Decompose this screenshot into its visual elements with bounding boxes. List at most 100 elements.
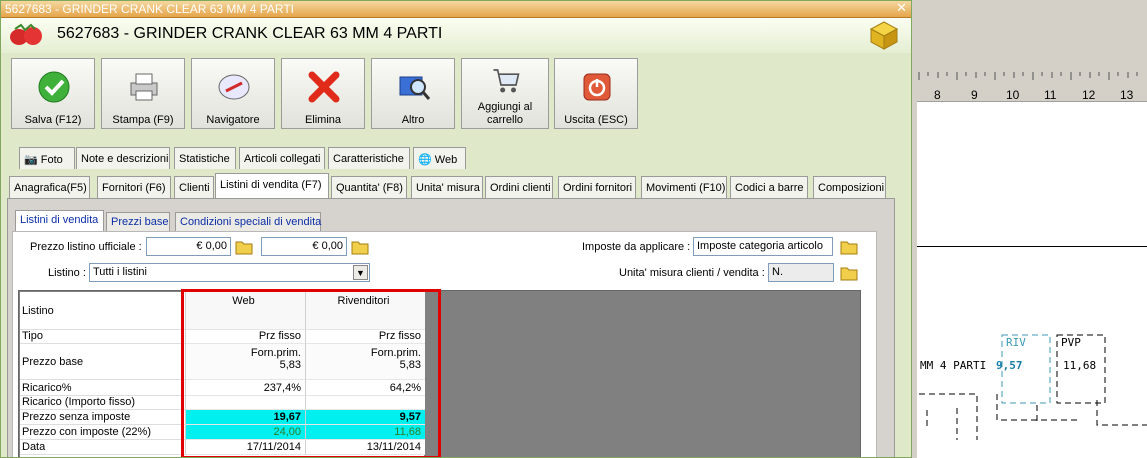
tab-unita-misura[interactable]: Unita' misura bbox=[411, 176, 483, 198]
folder-icon[interactable] bbox=[840, 264, 858, 282]
prezzo-listino-label: Prezzo listino ufficiale : bbox=[30, 241, 142, 253]
unita-label: Unita' misura clienti / vendita : bbox=[619, 267, 765, 279]
article-window: 5627683 - GRINDER CRANK CLEAR 63 MM 4 PA… bbox=[0, 0, 912, 458]
delete-button[interactable]: Elimina bbox=[281, 58, 365, 129]
subtab-condizioni-speciali[interactable]: Condizioni speciali di vendita bbox=[175, 212, 321, 232]
riv-label: RIV bbox=[1006, 336, 1026, 349]
navigator-button-label: Navigatore bbox=[206, 114, 260, 126]
printer-icon bbox=[130, 73, 158, 101]
tab-ordini-fornitori[interactable]: Ordini fornitori bbox=[558, 176, 636, 198]
tab-caratteristiche-label: Caratteristiche bbox=[333, 153, 404, 165]
exit-button-label: Uscita (ESC) bbox=[564, 114, 628, 126]
listino-select-value: Tutti i listini bbox=[93, 266, 147, 278]
tab-ordini-clienti[interactable]: Ordini clienti bbox=[485, 176, 553, 198]
pvp-value: 11,68 bbox=[1063, 359, 1097, 372]
ruler bbox=[917, 72, 1147, 102]
tab-foto-label: Foto bbox=[40, 154, 63, 166]
folder-icon[interactable] bbox=[235, 238, 253, 256]
grid-row-label: Prezzo base bbox=[20, 344, 185, 380]
tab-caratteristiche[interactable]: Caratteristiche bbox=[328, 147, 410, 169]
ruler-number: 11 bbox=[1044, 88, 1057, 102]
grid-row-label: Tipo bbox=[20, 330, 185, 344]
close-icon[interactable]: ✕ bbox=[896, 1, 907, 16]
tab-statistiche[interactable]: Statistiche bbox=[174, 147, 236, 169]
tab-composizioni[interactable]: Composizioni bbox=[813, 176, 886, 198]
folder-icon[interactable] bbox=[840, 238, 858, 256]
tab-unita-misura-label: Unita' misura bbox=[416, 182, 480, 194]
grid-header-row-label: Listino bbox=[20, 292, 185, 330]
tab-web[interactable]: 🌐 Web bbox=[413, 147, 466, 169]
exit-button[interactable]: Uscita (ESC) bbox=[554, 58, 638, 129]
tab-quantita-label: Quantita' (F8) bbox=[336, 182, 403, 194]
tab-clienti-label: Clienti bbox=[179, 182, 210, 194]
more-button[interactable]: Altro bbox=[371, 58, 455, 129]
subtab-listini-label: Listini di vendita bbox=[20, 214, 99, 226]
subtab-condizioni-label: Condizioni speciali di vendita bbox=[180, 216, 322, 228]
title-bar: 5627683 - GRINDER CRANK CLEAR 63 MM 4 PA… bbox=[1, 1, 911, 18]
strawberry-logo-icon bbox=[10, 23, 42, 45]
grid-row-label: Data bbox=[20, 440, 185, 455]
prezzo-listino-field-2[interactable]: € 0,00 bbox=[261, 237, 347, 256]
add-to-cart-button-label: Aggiungi al carrello bbox=[477, 101, 533, 126]
grid-row-label: Prezzo con imposte (22%) bbox=[20, 425, 185, 440]
ruler-number: 10 bbox=[1006, 88, 1020, 102]
print-button[interactable]: Stampa (F9) bbox=[101, 58, 185, 129]
imposte-field[interactable]: Imposte categoria articolo bbox=[693, 237, 833, 256]
tab-listini-di-vendita[interactable]: Listini di vendita (F7) bbox=[215, 173, 329, 198]
divider-line bbox=[917, 246, 1147, 247]
cart-icon bbox=[493, 69, 520, 93]
grid-row-label: Ricarico% bbox=[20, 380, 185, 396]
ruler-ticks bbox=[918, 72, 1138, 80]
chevron-down-icon[interactable]: ▼ bbox=[353, 265, 368, 280]
tab-articoli-collegati[interactable]: Articoli collegati bbox=[239, 147, 325, 169]
cube-icon[interactable] bbox=[869, 20, 899, 50]
folder-icon[interactable] bbox=[351, 238, 369, 256]
tab-ordini-clienti-label: Ordini clienti bbox=[490, 182, 551, 194]
delete-x-icon bbox=[308, 71, 340, 103]
tab-anagrafica-label: Anagrafica(F5) bbox=[14, 182, 87, 194]
tab-foto[interactable]: 📷 Foto bbox=[19, 147, 75, 169]
search-book-icon bbox=[399, 76, 431, 100]
tab-note-label: Note e descrizioni bbox=[81, 153, 169, 165]
background-toolbar-area bbox=[917, 0, 1147, 72]
ruler-number: 12 bbox=[1082, 88, 1096, 102]
tab-fornitori[interactable]: Fornitori (F6) bbox=[97, 176, 171, 198]
add-to-cart-button[interactable]: Aggiungi al carrello bbox=[461, 58, 549, 129]
subtab-prezzi-base[interactable]: Prezzi base bbox=[106, 212, 170, 232]
compass-icon bbox=[218, 74, 250, 100]
subtab-listini-di-vendita[interactable]: Listini di vendita bbox=[15, 210, 104, 232]
tab-statistiche-label: Statistiche bbox=[179, 153, 230, 165]
listino-select[interactable]: Tutti i listini ▼ bbox=[89, 263, 370, 282]
tab-anagrafica[interactable]: Anagrafica(F5) bbox=[9, 176, 90, 198]
tab-fornitori-label: Fornitori (F6) bbox=[102, 182, 166, 194]
save-button[interactable]: Salva (F12) bbox=[11, 58, 95, 129]
riv-value: 9,57 bbox=[996, 359, 1023, 372]
tab-quantita[interactable]: Quantita' (F8) bbox=[331, 176, 407, 198]
ruler-number: 9 bbox=[971, 88, 978, 102]
tab-note[interactable]: Note e descrizioni bbox=[76, 147, 170, 169]
camera-icon: 📷 bbox=[24, 154, 38, 166]
globe-icon: 🌐 bbox=[418, 154, 432, 166]
navigator-button[interactable]: Navigatore bbox=[191, 58, 275, 129]
tab-composizioni-label: Composizioni bbox=[818, 182, 885, 194]
grid-row-label: Ricarico (Importo fisso) bbox=[20, 396, 185, 410]
print-button-label: Stampa (F9) bbox=[112, 114, 174, 126]
tab-clienti[interactable]: Clienti bbox=[174, 176, 214, 198]
tab-codici-a-barre[interactable]: Codici a barre bbox=[730, 176, 808, 198]
tab-ordini-fornitori-label: Ordini fornitori bbox=[563, 182, 633, 194]
delete-button-label: Elimina bbox=[304, 114, 342, 126]
pvp-label: PVP bbox=[1061, 336, 1081, 349]
more-button-label: Altro bbox=[401, 114, 425, 126]
tab-web-label: Web bbox=[434, 154, 458, 166]
exit-icon bbox=[583, 73, 611, 101]
prezzo-listino-field-1[interactable]: € 0,00 bbox=[146, 237, 231, 256]
page-title: 5627683 - GRINDER CRANK CLEAR 63 MM 4 PA… bbox=[57, 25, 443, 42]
label-layout-preview bbox=[919, 334, 1147, 440]
listino-label: Listino : bbox=[48, 267, 86, 279]
ruler-number: 13 bbox=[1120, 88, 1134, 102]
tab-codici-a-barre-label: Codici a barre bbox=[735, 182, 804, 194]
description-fragment: MM 4 PARTI bbox=[920, 359, 987, 372]
tab-articoli-collegati-label: Articoli collegati bbox=[244, 153, 321, 165]
unita-field[interactable]: N. bbox=[768, 263, 834, 282]
tab-movimenti[interactable]: Movimenti (F10) bbox=[641, 176, 727, 198]
